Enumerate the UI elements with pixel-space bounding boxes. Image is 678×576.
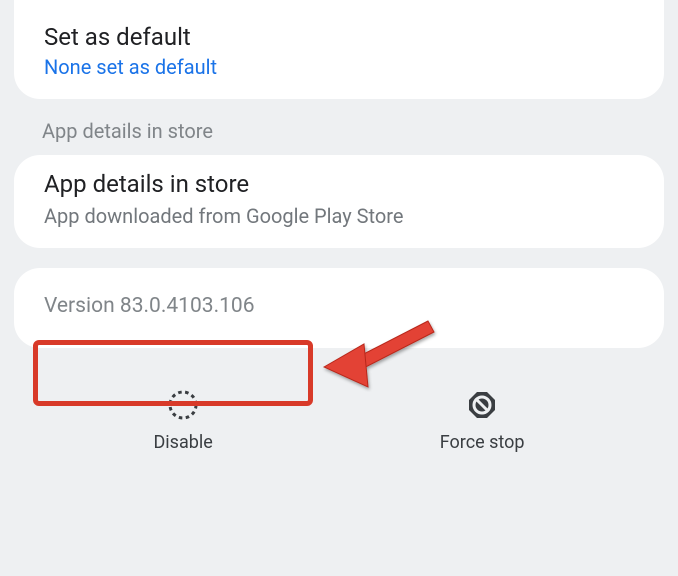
set-as-default-subtitle: None set as default xyxy=(44,55,634,79)
disable-button[interactable]: Disable xyxy=(113,382,252,459)
force-stop-label: Force stop xyxy=(440,432,525,453)
force-stop-icon xyxy=(465,388,499,422)
version-text: Version 83.0.4103.106 xyxy=(44,294,634,318)
force-stop-button[interactable]: Force stop xyxy=(400,382,565,459)
card-app-details-in-store: App details in store App downloaded from… xyxy=(14,155,664,248)
disable-label: Disable xyxy=(153,432,212,453)
bottom-action-bar: Disable Force stop xyxy=(0,382,678,459)
app-details-in-store-item[interactable]: App details in store App downloaded from… xyxy=(14,155,664,248)
set-as-default-title: Set as default xyxy=(44,22,634,53)
app-details-subtitle: App downloaded from Google Play Store xyxy=(44,204,634,228)
card-version: Version 83.0.4103.106 xyxy=(14,268,664,348)
set-as-default-item[interactable]: Set as default None set as default xyxy=(14,8,664,99)
section-header-app-details: App details in store xyxy=(42,119,678,143)
disable-icon xyxy=(166,388,200,422)
card-set-as-default: Set as default None set as default xyxy=(14,0,664,99)
app-details-title: App details in store xyxy=(44,169,634,200)
